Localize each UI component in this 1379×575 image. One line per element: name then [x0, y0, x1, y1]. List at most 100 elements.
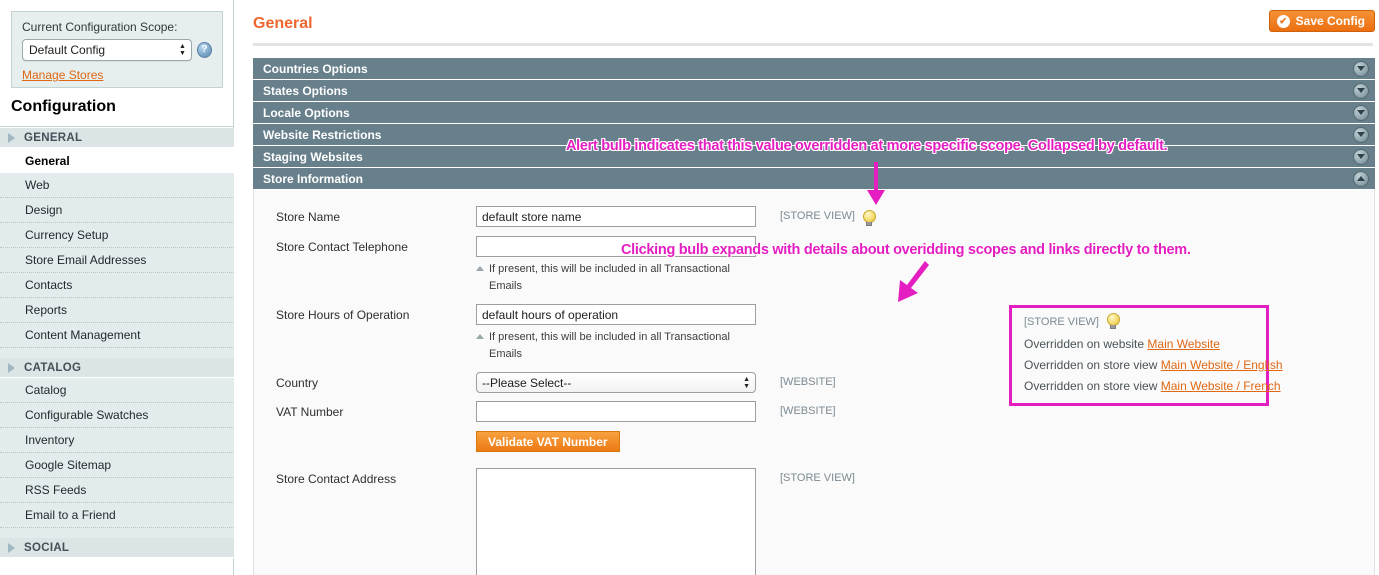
- chevron-down-icon[interactable]: [1353, 126, 1369, 143]
- scope-select-value: Default Config: [29, 43, 106, 57]
- field-scope-store-contact-address: [STORE VIEW]: [780, 472, 855, 484]
- field-label-store-contact-address: Store Contact Address: [276, 472, 397, 486]
- field-control-country: --Please Select-- ▲ ▼: [476, 372, 758, 393]
- triangle-right-icon: [8, 132, 15, 143]
- lightbulb-icon[interactable]: [1106, 313, 1121, 330]
- override-text: Overridden on website: [1024, 337, 1145, 351]
- override-link-main-website-french[interactable]: Main Website / French: [1161, 379, 1281, 393]
- section-label: Locale Options: [263, 105, 350, 120]
- field-control-store-contact-address: [476, 468, 758, 575]
- country-select-value: --Please Select--: [482, 375, 572, 390]
- field-scope-country: [WEBSITE]: [780, 376, 836, 388]
- scope-tag: [STORE VIEW]: [1024, 315, 1099, 328]
- annotation-arrow-diagonal: [898, 261, 929, 302]
- sidebar-item-reports[interactable]: Reports: [0, 298, 234, 323]
- chevron-down-icon[interactable]: [1353, 82, 1369, 99]
- field-label-country: Country: [276, 376, 319, 390]
- section-header-locale-options[interactable]: Locale Options: [253, 102, 1375, 124]
- lightbulb-icon[interactable]: [862, 210, 877, 227]
- chevron-down-icon[interactable]: [1353, 148, 1369, 165]
- store-hours-input[interactable]: default hours of operation: [476, 304, 756, 325]
- sidebar-item-rss-feeds[interactable]: RSS Feeds: [0, 478, 234, 503]
- field-scope-store-name: [STORE VIEW]: [758, 206, 877, 227]
- sidebar-divider: [0, 126, 234, 127]
- save-config-button[interactable]: ✔ Save Config: [1268, 10, 1375, 32]
- hint-text: If present, this will be included in all…: [489, 331, 730, 360]
- override-row: Overridden on store view Main Website / …: [1024, 376, 1281, 397]
- vat-button-wrap: Validate VAT Number: [476, 431, 758, 452]
- sidebar-group-social[interactable]: SOCIAL: [0, 538, 234, 558]
- store-contact-address-textarea[interactable]: [476, 468, 756, 575]
- chevron-down-icon[interactable]: [1353, 104, 1369, 121]
- section-header-states-options[interactable]: States Options: [253, 80, 1375, 102]
- sidebar-group-spacer: [0, 348, 234, 358]
- sidebar-group-general[interactable]: GENERAL: [0, 128, 234, 148]
- annotation-arrow-down: [867, 162, 885, 205]
- check-circle-icon: ✔: [1276, 14, 1290, 28]
- sidebar-item-inventory[interactable]: Inventory: [0, 428, 234, 453]
- title-divider: [253, 43, 1373, 46]
- sidebar-item-google-sitemap[interactable]: Google Sitemap: [0, 453, 234, 478]
- sidebar-item-configurable-swatches[interactable]: Configurable Swatches: [0, 403, 234, 428]
- field-row-store-name: Store Name default store name [STORE VIE…: [254, 206, 1374, 227]
- triangle-up-icon: [476, 266, 484, 271]
- sidebar-item-email-to-a-friend[interactable]: Email to a Friend: [0, 503, 234, 528]
- sidebar-item-web[interactable]: Web: [0, 173, 234, 198]
- sidebar-nav: GENERAL General Web Design Currency Setu…: [0, 128, 234, 558]
- field-label-vat-number: VAT Number: [276, 405, 344, 419]
- sidebar-item-contacts[interactable]: Contacts: [0, 273, 234, 298]
- manage-stores-link[interactable]: Manage Stores: [22, 68, 103, 82]
- scope-tag: [STORE VIEW]: [780, 210, 855, 222]
- sidebar-group-catalog[interactable]: CATALOG: [0, 358, 234, 378]
- magento-config-page: Current Configuration Scope: Default Con…: [0, 0, 1379, 575]
- sidebar-item-design[interactable]: Design: [0, 198, 234, 223]
- store-name-input[interactable]: default store name: [476, 206, 756, 227]
- main-content: General ✔ Save Config Countries Options …: [234, 0, 1379, 575]
- section-label: States Options: [263, 83, 348, 98]
- override-details-box: [STORE VIEW] Overridden on website Main …: [1009, 305, 1283, 406]
- scope-select[interactable]: Default Config ▲ ▼: [22, 39, 192, 61]
- section-header-store-information[interactable]: Store Information: [253, 168, 1375, 190]
- sidebar-title: Configuration: [11, 98, 116, 115]
- validate-vat-number-button[interactable]: Validate VAT Number: [476, 431, 620, 452]
- override-text: Overridden on store view: [1024, 379, 1158, 393]
- override-link-main-website-english[interactable]: Main Website / English: [1161, 358, 1283, 372]
- annotation-alert-bulb: Alert bulb indicates that this value ove…: [566, 138, 1168, 154]
- section-header-countries-options[interactable]: Countries Options: [253, 58, 1375, 80]
- field-control-store-hours: default hours of operation If present, t…: [476, 304, 758, 363]
- configuration-scope-panel: Current Configuration Scope: Default Con…: [11, 11, 223, 88]
- hint-text: If present, this will be included in all…: [489, 263, 730, 292]
- sidebar-item-store-email-addresses[interactable]: Store Email Addresses: [0, 248, 234, 273]
- override-link-main-website[interactable]: Main Website: [1147, 337, 1219, 351]
- sidebar-group-general-items: General Web Design Currency Setup Store …: [0, 148, 234, 358]
- field-hint-store-contact-telephone: If present, this will be included in all…: [476, 261, 744, 295]
- field-control-vat-number: Validate VAT Number: [476, 401, 758, 452]
- help-icon[interactable]: ?: [196, 42, 212, 58]
- override-text: Overridden on store view: [1024, 358, 1158, 372]
- country-select[interactable]: --Please Select-- ▲ ▼: [476, 372, 756, 393]
- sidebar-item-currency-setup[interactable]: Currency Setup: [0, 223, 234, 248]
- field-label-store-hours: Store Hours of Operation: [276, 308, 410, 322]
- chevron-down-icon[interactable]: [1353, 60, 1369, 77]
- triangle-up-icon: [476, 334, 484, 339]
- field-row-store-contact-address: Store Contact Address [STORE VIEW]: [254, 468, 1374, 575]
- chevron-updown-icon: ▲ ▼: [178, 43, 186, 57]
- sidebar-group-label: CATALOG: [24, 361, 82, 374]
- sidebar-item-catalog[interactable]: Catalog: [0, 378, 234, 403]
- field-row-vat-number: VAT Number Validate VAT Number [WEBSITE]: [254, 401, 1374, 452]
- sidebar-item-general[interactable]: General: [0, 148, 234, 173]
- override-box-scope-row: [STORE VIEW]: [1024, 313, 1266, 330]
- sidebar-group-label: SOCIAL: [24, 541, 70, 554]
- chevron-updown-icon: ▲ ▼: [743, 375, 750, 390]
- save-config-label: Save Config: [1295, 14, 1365, 28]
- page-title: General: [253, 15, 313, 32]
- annotation-clicking-bulb: Clicking bulb expands with details about…: [621, 242, 1191, 258]
- chevron-up-icon[interactable]: [1353, 170, 1369, 187]
- section-label: Store Information: [263, 171, 364, 186]
- field-hint-store-hours: If present, this will be included in all…: [476, 329, 744, 363]
- sidebar-group-label: GENERAL: [24, 131, 83, 144]
- section-label: Countries Options: [263, 61, 368, 76]
- section-label: Staging Websites: [263, 149, 363, 164]
- sidebar-item-content-management[interactable]: Content Management: [0, 323, 234, 348]
- vat-number-input[interactable]: [476, 401, 756, 422]
